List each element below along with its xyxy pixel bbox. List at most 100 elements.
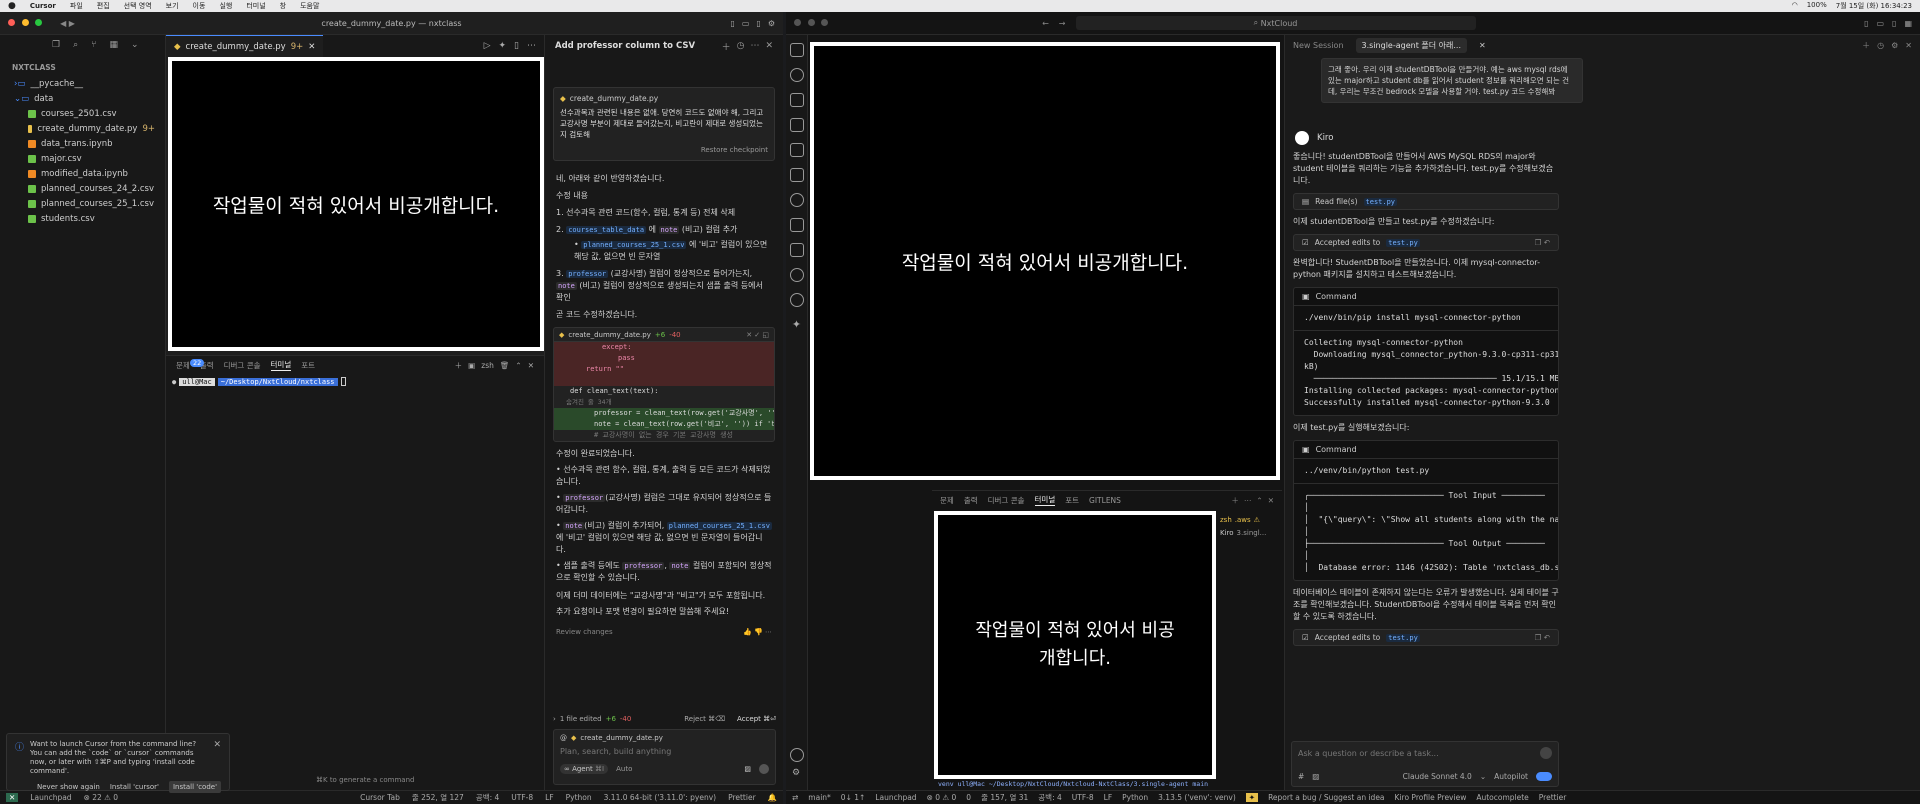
- command-center[interactable]: ⌕ NxtCloud: [1075, 16, 1476, 30]
- menu-view[interactable]: 보기: [166, 1, 179, 11]
- close-chat-icon[interactable]: ✕: [1905, 41, 1912, 50]
- sync-item[interactable]: 0↓ 1↑: [841, 793, 866, 802]
- tree-item[interactable]: planned_courses_24_2.csv: [0, 181, 165, 196]
- send-icon[interactable]: [1540, 747, 1552, 759]
- toggle-panel-icon[interactable]: ▭: [742, 19, 750, 28]
- image-icon[interactable]: ▨: [1312, 772, 1319, 781]
- remote-icon[interactable]: ✕: [6, 793, 19, 802]
- kiro-sparkle-icon[interactable]: ✦: [786, 318, 807, 331]
- kiro-settings-icon[interactable]: ⚙: [792, 768, 800, 778]
- back-arrow-icon[interactable]: ←: [1042, 19, 1049, 28]
- kiro-search-icon[interactable]: [789, 68, 804, 82]
- apple-icon[interactable]: ●: [8, 1, 16, 11]
- files-icon[interactable]: ❐: [52, 40, 60, 50]
- more-icon[interactable]: ⋯: [527, 41, 536, 51]
- image-icon[interactable]: ▨: [744, 765, 751, 773]
- menu-window[interactable]: 창: [280, 1, 286, 11]
- panel-tab[interactable]: 터미널: [270, 359, 292, 371]
- new-chat-icon[interactable]: ＋: [722, 40, 731, 53]
- kiro-files-icon[interactable]: [789, 43, 804, 57]
- kiro-timeline-icon[interactable]: [789, 268, 804, 282]
- model-auto-button[interactable]: Auto: [616, 765, 632, 773]
- menu-edit[interactable]: 편집: [97, 1, 110, 11]
- menu-help[interactable]: 도움말: [300, 1, 319, 11]
- menu-selection[interactable]: 선택 영역: [124, 1, 152, 11]
- launchpad-item[interactable]: Launchpad: [875, 793, 916, 802]
- kiro-remote-icon[interactable]: [789, 293, 804, 307]
- tree-item[interactable]: students.csv: [0, 211, 165, 226]
- source-control-icon[interactable]: ⑂: [91, 40, 96, 50]
- encoding-item[interactable]: UTF-8: [511, 793, 533, 802]
- toggle-sidebar-icon[interactable]: ▯: [730, 19, 734, 28]
- autopilot-toggle[interactable]: [1536, 772, 1552, 781]
- maximize-panel-icon[interactable]: ⌃: [1256, 496, 1262, 505]
- history-icon[interactable]: ◷: [737, 41, 745, 51]
- attach-icon[interactable]: @: [560, 734, 567, 742]
- add-terminal-icon[interactable]: ＋: [1231, 495, 1239, 506]
- close-tab-icon[interactable]: ✕: [1479, 41, 1486, 50]
- kiro-source-control-icon[interactable]: [789, 93, 804, 107]
- minimize-window-button[interactable]: [807, 18, 815, 26]
- more-icon[interactable]: ⋯: [1244, 496, 1252, 505]
- active-session-tab[interactable]: 3.single-agent 폴더 아래...: [1355, 37, 1467, 53]
- forward-arrow-icon[interactable]: →: [1059, 19, 1066, 28]
- editor-tab-create-dummy[interactable]: ◆ create_dummy_date.py 9+ ✕: [166, 35, 324, 57]
- maximize-panel-icon[interactable]: ⌃: [515, 361, 521, 370]
- toggle-aux-icon[interactable]: ▯: [756, 19, 760, 28]
- toggle-sidebar-icon[interactable]: ▯: [1864, 19, 1868, 28]
- tree-item[interactable]: ›▭ __pycache__: [0, 76, 165, 91]
- language-item[interactable]: Python: [566, 793, 592, 802]
- language-item[interactable]: Python: [1122, 793, 1148, 802]
- kiro-terminal-prompt[interactable]: venv ull@Mac ~/Desktop/NxtCloud/Nxtcloud…: [938, 780, 1208, 788]
- close-tab-icon[interactable]: ✕: [308, 42, 315, 52]
- zoom-window-button[interactable]: [821, 18, 829, 26]
- install-cursor-button[interactable]: Install 'cursor': [110, 783, 159, 791]
- tree-item[interactable]: courses_2501.csv: [0, 106, 165, 121]
- diff-actions-icon[interactable]: ✕ ✓ ◱: [746, 331, 769, 339]
- clock[interactable]: 7월 15일 (화) 16:34:23: [1836, 1, 1912, 11]
- tree-item[interactable]: planned_courses_25_1.csv: [0, 196, 165, 211]
- menu-run[interactable]: 실행: [219, 1, 232, 11]
- accepted-edits-chip-2[interactable]: ☑ Accepted edits to test.py ❐ ↶: [1293, 629, 1559, 646]
- minimize-window-button[interactable]: [21, 18, 29, 26]
- report-item[interactable]: Report a bug / Suggest an idea: [1268, 793, 1384, 802]
- battery-level[interactable]: 100%: [1807, 1, 1827, 11]
- more-icon[interactable]: ⋯: [750, 41, 759, 51]
- copy-undo-icons[interactable]: ❐ ↶: [1535, 238, 1550, 247]
- feedback-icons[interactable]: 👍 👎 ⋯: [743, 628, 772, 636]
- spark-item[interactable]: ✦: [1245, 793, 1259, 802]
- diff-filename[interactable]: create_dummy_date.py: [568, 331, 650, 339]
- panel-tab[interactable]: GITLENS: [1089, 496, 1121, 505]
- layout-icon[interactable]: ▦: [1904, 19, 1912, 28]
- encoding-item[interactable]: UTF-8: [1072, 793, 1094, 802]
- files-edited[interactable]: 1 file edited: [560, 715, 602, 723]
- close-notification-icon[interactable]: ✕: [213, 740, 221, 750]
- close-window-button[interactable]: [794, 18, 801, 26]
- settings-gear-icon[interactable]: ⚙: [768, 19, 775, 28]
- ports-item[interactable]: 0: [966, 793, 971, 802]
- panel-tab[interactable]: 문제: [176, 360, 190, 371]
- search-icon[interactable]: ⌕: [73, 40, 78, 50]
- kiro-aws-icon-2[interactable]: [789, 243, 804, 257]
- model-selector[interactable]: Claude Sonnet 4.0: [1403, 772, 1472, 781]
- problems-item[interactable]: ⊗ 0 ⚠ 0: [927, 793, 957, 802]
- kiro-flask-icon[interactable]: [789, 168, 804, 182]
- kiro-input[interactable]: Ask a question or describe a task...: [1298, 749, 1439, 758]
- history-icon[interactable]: ◷: [1877, 41, 1884, 50]
- panel-tab[interactable]: 디버그 콘솔: [224, 360, 261, 371]
- branch-item[interactable]: main*: [808, 793, 831, 802]
- panel-tab[interactable]: 포트: [301, 360, 315, 371]
- copy-undo-icons[interactable]: ❐ ↶: [1535, 633, 1550, 642]
- panel-tab[interactable]: 문제: [940, 495, 954, 506]
- kiro-debug-icon[interactable]: [789, 118, 804, 132]
- accept-button[interactable]: Accept ⌘⏎: [737, 715, 776, 723]
- tree-item[interactable]: major.csv: [0, 151, 165, 166]
- close-window-button[interactable]: [8, 18, 15, 26]
- panel-tab[interactable]: 출력: [964, 495, 978, 506]
- tree-item[interactable]: ⌄▭ data: [0, 91, 165, 106]
- review-changes-button[interactable]: Review changes: [556, 628, 613, 636]
- remote-icon[interactable]: ⇄: [792, 793, 798, 802]
- spaces-item[interactable]: 공백: 4: [476, 792, 499, 803]
- menubar-app-name[interactable]: Cursor: [30, 2, 56, 10]
- interpreter-item[interactable]: 3.11.0 64-bit ('3.11.0': pyenv): [604, 793, 716, 802]
